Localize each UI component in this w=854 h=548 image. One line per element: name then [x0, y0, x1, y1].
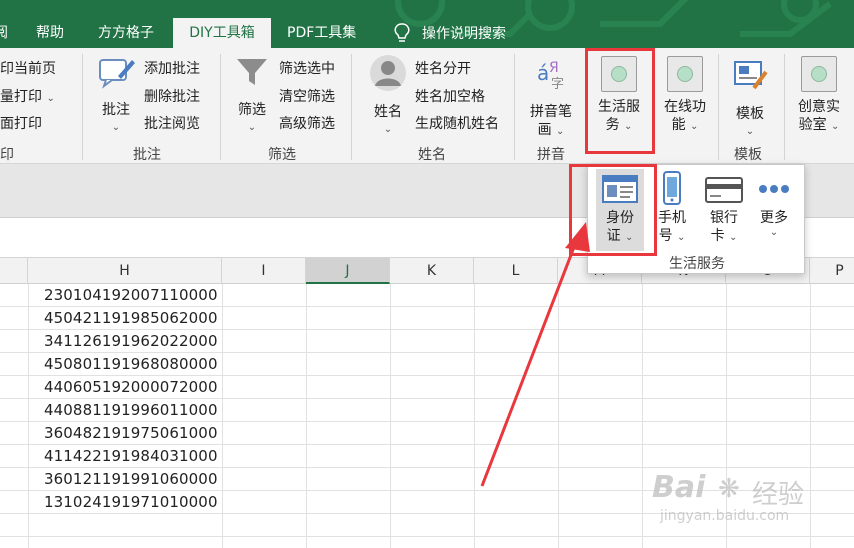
- watermark-brand: Bai: [652, 470, 706, 505]
- watermark-url: jingyan.baidu.com: [660, 508, 790, 524]
- paw-icon: ❋: [718, 474, 740, 504]
- red-arrow: [480, 222, 590, 487]
- watermark-brand-cn: 经验: [752, 480, 805, 510]
